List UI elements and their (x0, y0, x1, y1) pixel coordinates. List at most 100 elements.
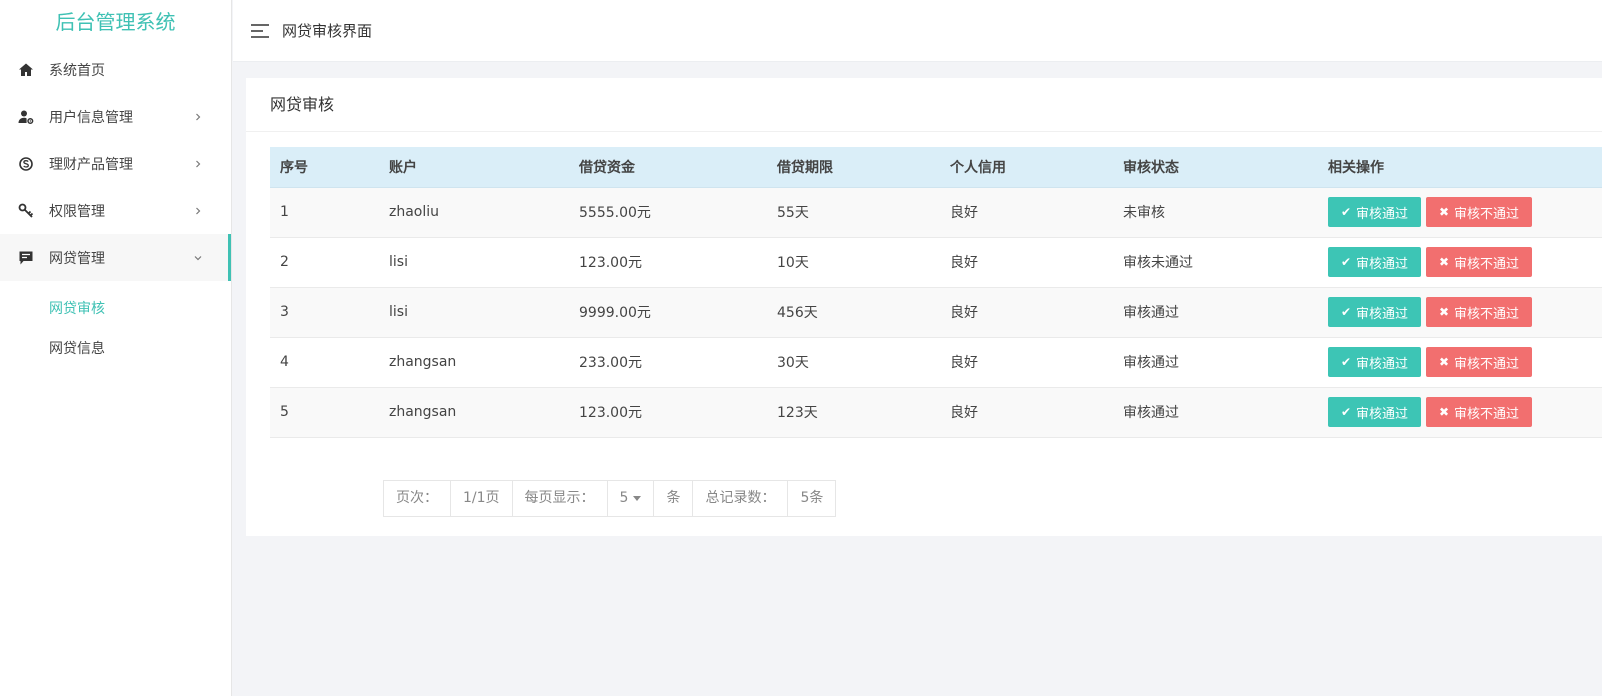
approve-button[interactable]: ✔ 审核通过 (1328, 347, 1421, 377)
brand-title: 后台管理系统 (55, 10, 176, 34)
table-row: 1 zhaoliu 5555.00元 55天 良好 未审核 ✔ 审核通过 ✖ 审核不通… (270, 187, 1602, 238)
cell-term: 10天 (767, 237, 940, 288)
top-header: 网贷审核界面 (233, 0, 1602, 62)
submenu-item-loan-info[interactable]: 网贷信息 (0, 329, 231, 369)
check-icon: ✔ (1340, 355, 1352, 369)
check-icon: ✔ (1340, 405, 1352, 419)
table-row: 4 zhangsan 233.00元 30天 良好 审核通过 ✔ 审核通过 ✖ 审核不… (270, 337, 1602, 388)
cell-id: 3 (270, 287, 379, 338)
cell-credit: 良好 (940, 337, 1113, 388)
cell-id: 5 (270, 387, 379, 438)
cell-credit: 良好 (940, 387, 1113, 438)
reject-label: 审核不通过 (1454, 406, 1520, 422)
cell-status: 审核通过 (1113, 287, 1318, 338)
column-header-amount: 借贷资金 (569, 147, 767, 188)
table-row: 3 lisi 9999.00元 456天 良好 审核通过 ✔ 审核通过 ✖ 审核不通过 (270, 287, 1602, 338)
pager-unit: 条 (653, 481, 692, 516)
per-page-select[interactable]: 5 (606, 481, 654, 516)
table-row: 5 zhangsan 123.00元 123天 良好 审核通过 ✔ 审核通过 ✖ 审核… (270, 387, 1602, 438)
cell-id: 1 (270, 187, 379, 238)
cell-term: 30天 (767, 337, 940, 388)
close-icon: ✖ (1438, 255, 1450, 269)
cell-amount: 5555.00元 (569, 187, 767, 238)
cell-amount: 233.00元 (569, 337, 767, 388)
menu-toggle-icon[interactable] (250, 23, 270, 39)
close-icon: ✖ (1438, 305, 1450, 319)
sidebar-item-permissions[interactable]: 权限管理 (0, 187, 231, 234)
cell-actions: ✔ 审核通过 ✖ 审核不通过 (1318, 237, 1602, 288)
check-icon: ✔ (1340, 205, 1352, 219)
key-icon (18, 203, 34, 219)
loan-submenu: 网贷审核 网贷信息 (0, 281, 231, 369)
reject-button[interactable]: ✖ 审核不通过 (1426, 297, 1532, 327)
pager-page-value: 1/1页 (450, 481, 512, 516)
cell-amount: 9999.00元 (569, 287, 767, 338)
cell-amount: 123.00元 (569, 237, 767, 288)
approve-label: 审核通过 (1356, 356, 1409, 372)
cell-credit: 良好 (940, 237, 1113, 288)
sidebar-item-label: 理财产品管理 (49, 156, 133, 173)
column-header-credit: 个人信用 (940, 147, 1113, 188)
check-icon: ✔ (1340, 305, 1352, 319)
cell-status: 审核通过 (1113, 337, 1318, 388)
pager-per-page-label: 每页显示： (511, 481, 607, 516)
sidebar-item-label: 用户信息管理 (49, 109, 133, 126)
reject-button[interactable]: ✖ 审核不通过 (1426, 347, 1532, 377)
column-header-actions: 相关操作 (1318, 147, 1602, 188)
pager-total-value: 5条 (787, 481, 835, 516)
cell-actions: ✔ 审核通过 ✖ 审核不通过 (1318, 337, 1602, 388)
table-header-row: 序号 账户 借贷资金 借贷期限 个人信用 审核状态 相关操作 (270, 147, 1602, 188)
cell-actions: ✔ 审核通过 ✖ 审核不通过 (1318, 187, 1602, 238)
home-icon (18, 62, 34, 78)
cell-status: 未审核 (1113, 187, 1318, 238)
pagination: 页次： 1/1页 每页显示： 5 条 总记录数： 5条 (383, 480, 837, 517)
cell-id: 4 (270, 337, 379, 388)
submenu-item-loan-review[interactable]: 网贷审核 (0, 289, 231, 329)
approve-button[interactable]: ✔ 审核通过 (1328, 197, 1421, 227)
card-title: 网贷审核 (246, 78, 1602, 132)
sidebar-item-loan-management[interactable]: 网贷管理 (0, 234, 231, 281)
reject-label: 审核不通过 (1454, 206, 1520, 222)
caret-down-icon (633, 495, 642, 501)
check-icon: ✔ (1340, 255, 1352, 269)
sidebar-item-finance-products[interactable]: 理财产品管理 (0, 140, 231, 187)
chevron-right-icon (193, 159, 203, 169)
chevron-right-icon (193, 112, 203, 122)
cell-account: zhangsan (379, 387, 569, 438)
sidebar-item-label: 权限管理 (49, 203, 105, 220)
close-icon: ✖ (1438, 405, 1450, 419)
sidebar: 后台管理系统 系统首页 用户信息管理 理财产品管理 权限管理 网贷管理 网贷审核… (0, 0, 232, 696)
pager-page-label: 页次： (396, 490, 438, 506)
skype-icon (18, 156, 34, 172)
sidebar-item-label: 网贷管理 (49, 250, 105, 267)
approve-button[interactable]: ✔ 审核通过 (1328, 297, 1421, 327)
sidebar-item-user-info[interactable]: 用户信息管理 (0, 93, 231, 140)
cell-account: zhaoliu (379, 187, 569, 238)
approve-label: 审核通过 (1356, 406, 1409, 422)
column-header-account: 账户 (379, 147, 569, 188)
table-row: 2 lisi 123.00元 10天 良好 审核未通过 ✔ 审核通过 ✖ 审核不通过 (270, 237, 1602, 288)
chevron-right-icon (193, 206, 203, 216)
approve-button[interactable]: ✔ 审核通过 (1328, 247, 1421, 277)
reject-button[interactable]: ✖ 审核不通过 (1426, 397, 1532, 427)
comment-icon (18, 250, 34, 266)
reject-button[interactable]: ✖ 审核不通过 (1426, 247, 1532, 277)
column-header-id: 序号 (270, 147, 379, 188)
per-page-value: 5 (619, 490, 629, 506)
reject-button[interactable]: ✖ 审核不通过 (1426, 197, 1532, 227)
approve-label: 审核通过 (1356, 306, 1409, 322)
cell-actions: ✔ 审核通过 ✖ 审核不通过 (1318, 387, 1602, 438)
sidebar-item-home[interactable]: 系统首页 (0, 46, 231, 93)
approve-button[interactable]: ✔ 审核通过 (1328, 397, 1421, 427)
cell-term: 55天 (767, 187, 940, 238)
sidebar-item-label: 系统首页 (49, 62, 105, 79)
cell-actions: ✔ 审核通过 ✖ 审核不通过 (1318, 287, 1602, 338)
column-header-status: 审核状态 (1113, 147, 1318, 188)
cell-amount: 123.00元 (569, 387, 767, 438)
cell-credit: 良好 (940, 287, 1113, 338)
chevron-down-icon (193, 253, 203, 263)
page-title: 网贷审核界面 (282, 22, 373, 40)
cell-term: 123天 (767, 387, 940, 438)
cell-term: 456天 (767, 287, 940, 338)
cell-account: zhangsan (379, 337, 569, 388)
